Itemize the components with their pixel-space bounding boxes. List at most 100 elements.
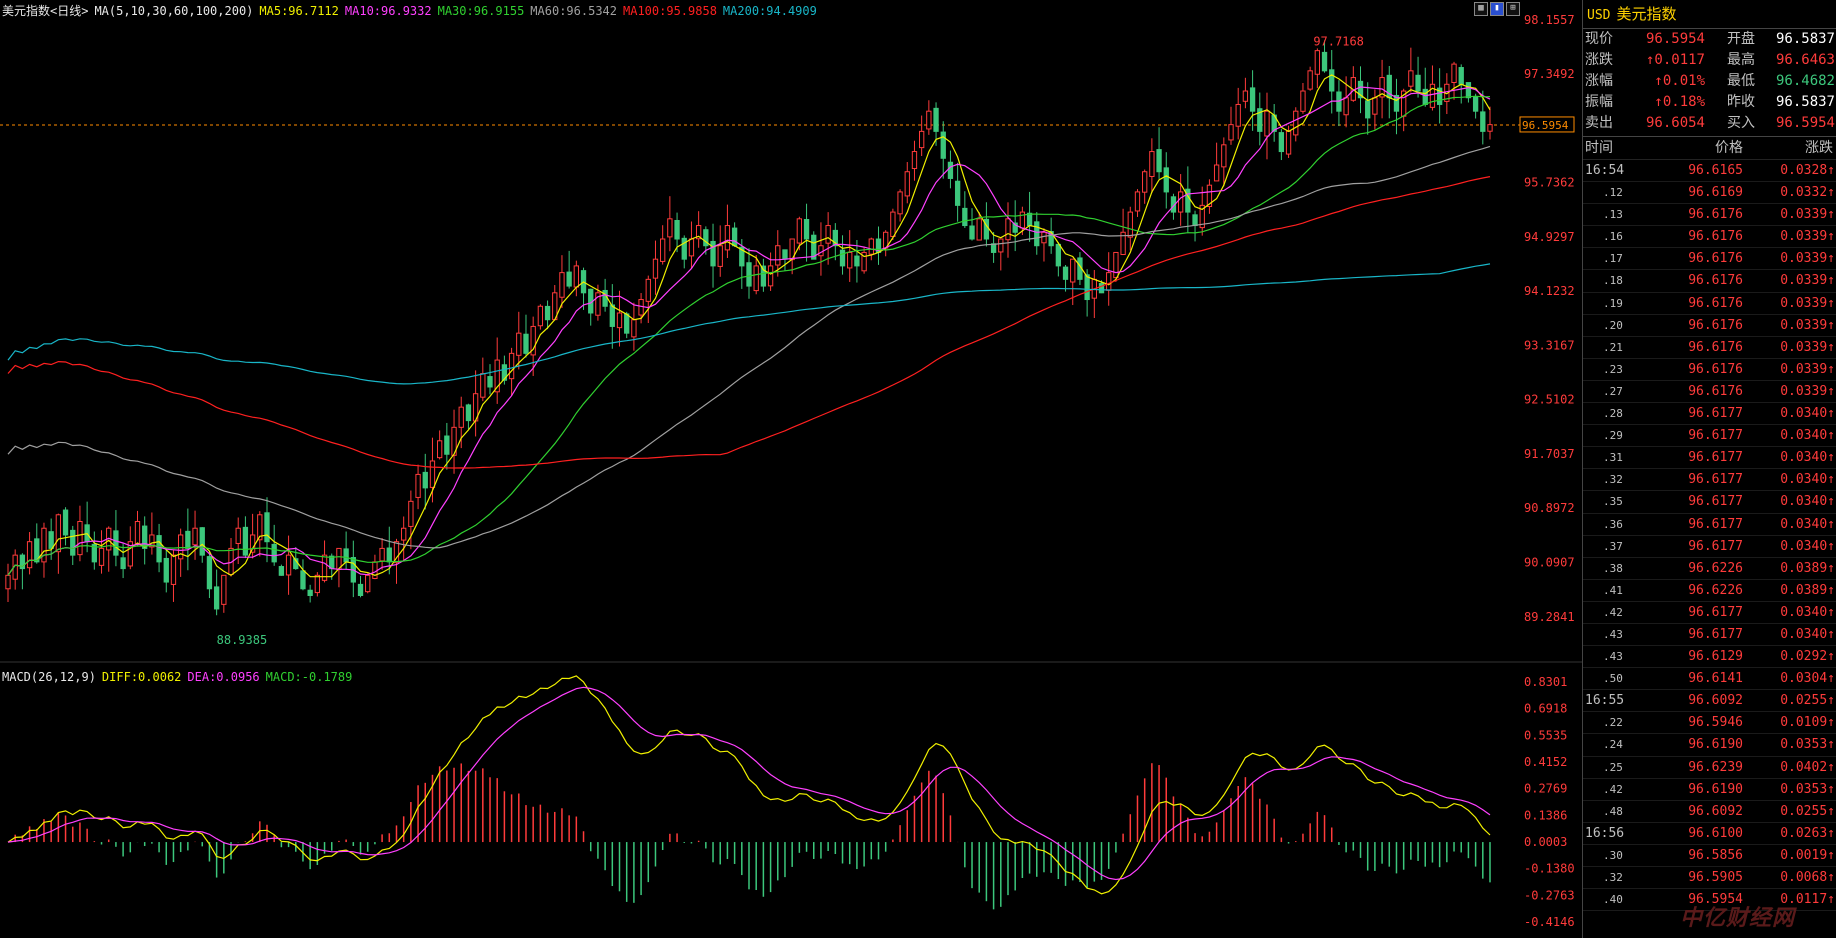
candle-up (652, 258, 659, 279)
tick-time: .18 (1603, 274, 1623, 288)
candle-down (242, 526, 249, 556)
quote-value: ↑0.18% (1654, 94, 1705, 110)
candle-down (1415, 74, 1421, 92)
candle-down (357, 583, 364, 597)
tick-row: .28 96.6177 0.0340↑ (1583, 403, 1836, 426)
quote-panel: USD 美元指数 现价 96.5954 开盘 96.5837 涨跌 ↑0.0117 最高 96.… (1582, 0, 1836, 938)
quote-row: 涨跌 ↑0.0117 最高 96.6463 (1583, 50, 1836, 71)
tick-time: .29 (1603, 429, 1623, 443)
tick-change: 0.0340↑ (1780, 538, 1835, 554)
draw-icon[interactable]: ⊞ (1506, 2, 1520, 16)
candle-up (508, 352, 515, 380)
ticks-list[interactable]: 16:54 96.6165 0.0328↑ .12 96.6169 0.0332↑ .13 9… (1583, 160, 1836, 912)
tick-time: .25 (1603, 760, 1623, 774)
candle-down (854, 255, 860, 267)
candle-up (825, 225, 831, 244)
tick-row: .43 96.6129 0.0292↑ (1583, 646, 1836, 669)
candle-up (314, 574, 321, 594)
tick-price: 96.6177 (1688, 516, 1743, 532)
tick-change: 0.0353↑ (1780, 737, 1835, 753)
candle-up (1228, 124, 1234, 141)
candle-down (1465, 82, 1472, 99)
candle-up (192, 527, 198, 546)
quote-label: 开盘 (1727, 31, 1755, 47)
ma10-line (7, 86, 1491, 576)
quote-value: 96.4682 (1775, 73, 1835, 89)
quote-row: 现价 96.5954 开盘 96.5837 (1583, 29, 1836, 50)
price-axis-label: 91.7037 (1524, 447, 1575, 461)
tick-change: 0.0332↑ (1780, 185, 1835, 201)
candle-down (566, 271, 572, 287)
tick-row: .13 96.6176 0.0339↑ (1583, 204, 1836, 227)
symbol-name: 美元指数 (1616, 5, 1677, 23)
kline-icon[interactable]: ▮ (1490, 2, 1504, 16)
candle-up (1343, 97, 1349, 116)
candle-up (372, 561, 378, 579)
candle-down (1278, 132, 1285, 153)
tick-price: 96.6176 (1688, 229, 1743, 245)
candle-up (775, 245, 781, 266)
tick-row: 16:54 96.6165 0.0328↑ (1583, 160, 1836, 183)
quote-row: 振幅 ↑0.18% 昨收 96.5837 (1583, 92, 1836, 113)
tick-change: 0.0339↑ (1780, 339, 1835, 355)
candle-up (1005, 218, 1011, 241)
candle-up (1235, 103, 1241, 127)
price-axis-label: 94.9297 (1524, 230, 1575, 244)
candle-down (213, 586, 220, 610)
tick-price: 96.6176 (1688, 383, 1743, 399)
tick-time: .38 (1603, 561, 1623, 575)
tick-row: .21 96.6176 0.0339↑ (1583, 337, 1836, 359)
time-header: 时间 (1585, 140, 1613, 156)
tick-time: .21 (1603, 340, 1623, 354)
tick-row: .42 96.6190 0.0353↑ (1583, 779, 1836, 801)
tick-row: 16:55 96.6092 0.0255↑ (1583, 690, 1836, 713)
candle-up (911, 151, 918, 170)
tick-time: .40 (1603, 893, 1623, 907)
tick-change: 0.0353↑ (1780, 781, 1835, 797)
tick-change: 0.0339↑ (1780, 251, 1835, 267)
ma100-line (7, 176, 1491, 469)
tick-time: .13 (1603, 208, 1623, 222)
candle-up (976, 218, 982, 241)
candle-up (890, 211, 896, 237)
tick-change: 0.0389↑ (1780, 582, 1835, 598)
candle-up (1070, 258, 1076, 283)
candle-up (285, 554, 292, 576)
kline-chart[interactable]: 98.1557 97.3492 96.5954 95.7362 94.9297 94.12… (0, 0, 1582, 938)
tick-time: .28 (1603, 407, 1623, 421)
chart-area[interactable]: 98.1557 97.3492 96.5954 95.7362 94.9297 94.12… (0, 0, 1582, 938)
chart-toolbar: ▦ ▮ ⊞ (1474, 2, 1520, 16)
price-axis-label: 93.3167 (1524, 338, 1575, 352)
tick-time: .12 (1603, 186, 1623, 200)
tick-row: .12 96.6169 0.0332↑ (1583, 182, 1836, 205)
chart-title: 美元指数<日线> (2, 4, 89, 18)
quote-value: ↑0.0117 (1645, 52, 1705, 68)
tick-change: 0.0019↑ (1780, 847, 1835, 863)
tick-price: 96.6177 (1688, 538, 1743, 554)
tick-change: 0.0339↑ (1780, 273, 1835, 289)
candle-down (933, 107, 939, 132)
tick-row: .27 96.6176 0.0339↑ (1583, 381, 1836, 404)
tick-price: 96.6177 (1688, 604, 1743, 620)
tick-price: 96.6177 (1688, 472, 1743, 488)
price-axis-label: 94.1232 (1524, 284, 1575, 298)
ma30-value: MA30:96.9155 (437, 4, 525, 18)
candle-up (1142, 171, 1148, 193)
candle-up (717, 245, 723, 267)
candle-up (408, 500, 414, 527)
candle-up (336, 547, 342, 570)
tick-price: 96.6239 (1688, 759, 1743, 775)
candle-up (98, 547, 105, 566)
candle-up (631, 319, 637, 338)
candle-down (1422, 88, 1428, 105)
tick-change: 0.0292↑ (1780, 649, 1835, 665)
grid-icon[interactable]: ▦ (1474, 2, 1488, 16)
candle-down (62, 509, 69, 536)
tick-time: .17 (1603, 252, 1623, 266)
tick-row: 16:56 96.6100 0.0263↑ (1583, 823, 1836, 845)
candle-up (847, 251, 853, 269)
tick-row: .48 96.6092 0.0255↑ (1583, 801, 1836, 823)
quote-label: 最低 (1727, 73, 1755, 89)
candle-up (998, 238, 1004, 253)
candle-down (1098, 282, 1105, 294)
